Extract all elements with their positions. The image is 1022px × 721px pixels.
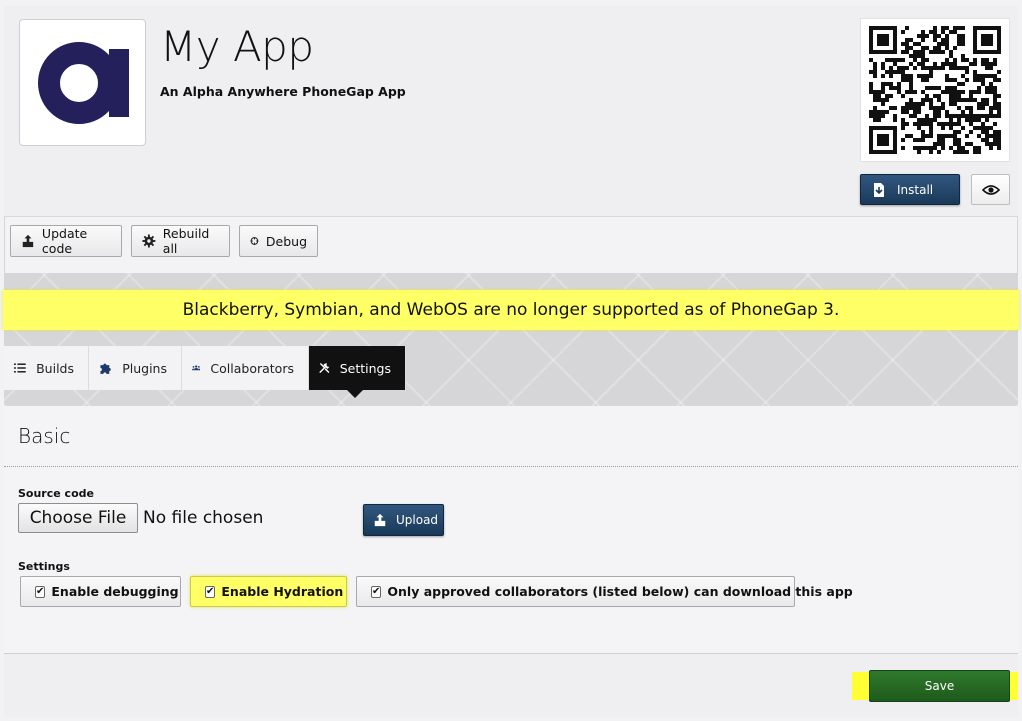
app-title: My App — [160, 22, 314, 71]
tab-settings-label: Settings — [339, 360, 391, 376]
install-icon — [871, 182, 887, 198]
settings-label: Settings — [18, 560, 70, 573]
alpha-logo-icon — [37, 41, 129, 124]
debug-label: Debug — [265, 233, 307, 249]
section-divider — [4, 466, 1018, 467]
crosshair-icon — [250, 237, 259, 245]
tab-collaborators[interactable]: Collaborators — [182, 346, 309, 390]
approved-collaborators-toggle[interactable]: ✔ Only approved collaborators (listed be… — [356, 576, 853, 607]
no-file-text: No file chosen — [143, 508, 264, 528]
eye-icon — [981, 184, 1000, 195]
approved-collaborators-checkbox[interactable]: ✔ — [371, 585, 382, 598]
tab-plugins[interactable]: Plugins — [89, 346, 182, 390]
qr-code[interactable] — [860, 18, 1010, 162]
section-title: Basic — [18, 424, 71, 448]
enable-hydration-checkbox[interactable]: ✔ — [205, 585, 216, 598]
enable-hydration-toggle[interactable]: ✔ Enable Hydration — [190, 576, 347, 607]
tab-bar: Builds Plugins Collaborators Settings — [4, 346, 406, 398]
tab-builds-label: Builds — [36, 360, 74, 376]
debug-button[interactable]: Debug — [239, 225, 318, 257]
app-logo — [19, 19, 146, 146]
deprecation-notice: Blackberry, Symbian, and WebOS are no lo… — [3, 290, 1019, 330]
tab-plugins-label: Plugins — [122, 360, 167, 376]
update-code-label: Update code — [41, 226, 88, 256]
upload-label: Upload — [396, 513, 439, 527]
save-button[interactable]: Save — [869, 670, 1010, 702]
users-icon — [192, 365, 201, 371]
enable-debugging-toggle[interactable]: ✔ Enable debugging — [20, 576, 181, 607]
settings-panel — [4, 406, 1018, 653]
enable-debugging-label: Enable debugging — [51, 584, 179, 599]
install-button[interactable]: Install — [860, 174, 960, 205]
app-subtitle: An Alpha Anywhere PhoneGap App — [160, 84, 406, 99]
puzzle-icon — [100, 363, 111, 374]
tab-settings[interactable]: Settings — [309, 346, 406, 398]
tab-builds[interactable]: Builds — [4, 346, 89, 390]
source-code-label: Source code — [18, 487, 94, 500]
choose-file-button[interactable]: Choose File — [18, 503, 138, 533]
upload-button[interactable]: Upload — [363, 504, 444, 536]
rebuild-all-label: Rebuild all — [162, 226, 210, 256]
qr-code-icon — [869, 26, 1001, 154]
enable-debugging-checkbox[interactable]: ✔ — [35, 585, 46, 598]
enable-hydration-label: Enable Hydration — [221, 584, 344, 599]
tab-collaborators-label: Collaborators — [210, 360, 294, 376]
list-icon — [14, 363, 26, 373]
update-code-button[interactable]: Update code — [10, 225, 122, 257]
preview-button[interactable] — [971, 174, 1010, 205]
install-label: Install — [897, 182, 934, 197]
rebuild-all-button[interactable]: Rebuild all — [131, 225, 230, 257]
gear-icon — [142, 234, 156, 248]
tools-icon — [319, 363, 330, 373]
toolbar-divider — [4, 216, 1018, 217]
upload-icon — [374, 513, 386, 527]
approved-collaborators-label: Only approved collaborators (listed belo… — [387, 584, 853, 599]
upload-icon — [22, 234, 34, 248]
